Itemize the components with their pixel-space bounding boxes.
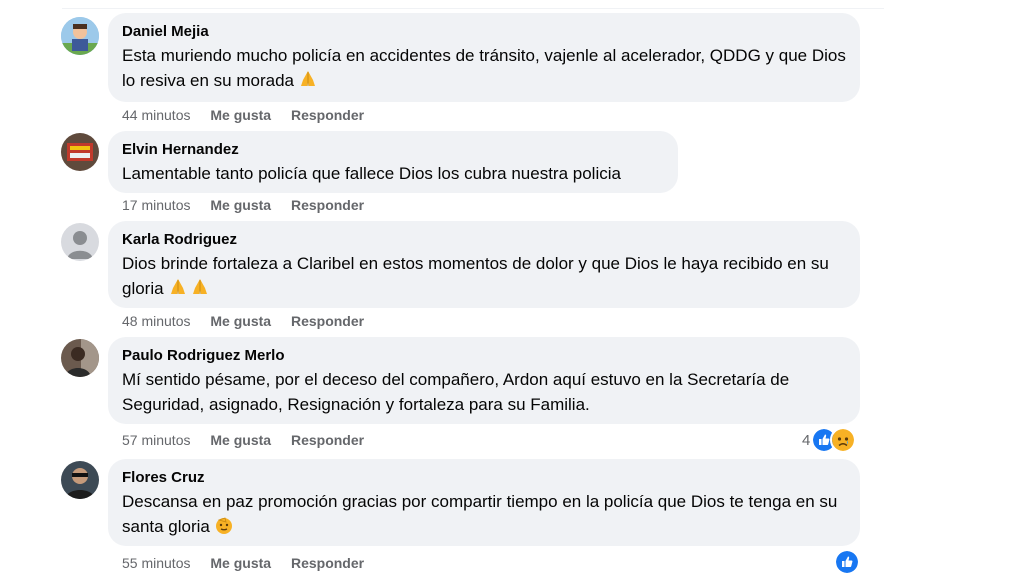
like-reaction-icon (834, 549, 860, 575)
reply-button[interactable]: Responder (291, 107, 364, 123)
comment-bubble: Elvin Hernandez Lamentable tanto policía… (108, 131, 678, 193)
comment-time[interactable]: 44 minutos (122, 107, 190, 123)
comment-actions: 17 minutos Me gusta Responder (122, 197, 380, 213)
comment-actions: 57 minutos Me gusta Responder (122, 432, 380, 448)
reply-button[interactable]: Responder (291, 197, 364, 213)
comment-author[interactable]: Elvin Hernandez (122, 140, 664, 160)
comment-author[interactable]: Paulo Rodriguez Merlo (122, 346, 846, 366)
comment-text: Esta muriendo mucho policía en accidente… (122, 43, 846, 96)
comment-text: Mí sentido pésame, por el deceso del com… (122, 370, 790, 414)
avatar[interactable] (61, 461, 99, 499)
folded-hands-icon (190, 277, 210, 304)
like-button[interactable]: Me gusta (210, 197, 271, 213)
like-button[interactable]: Me gusta (210, 313, 271, 329)
avatar[interactable] (61, 17, 99, 55)
comment-actions: 48 minutos Me gusta Responder (122, 313, 380, 329)
comment-text: Descansa en paz promoción gracias por co… (122, 489, 846, 542)
reaction-summary[interactable]: 4 (802, 427, 857, 453)
folded-hands-icon (298, 69, 318, 96)
comment-bubble: Paulo Rodriguez Merlo Mí sentido pésame,… (108, 337, 860, 424)
sad-reaction-icon (830, 427, 857, 453)
comment-time[interactable]: 17 minutos (122, 197, 190, 213)
reply-button[interactable]: Responder (291, 313, 364, 329)
comment-author[interactable]: Flores Cruz (122, 468, 846, 488)
comment-author[interactable]: Karla Rodriguez (122, 230, 846, 250)
comment-bubble: Karla Rodriguez Dios brinde fortaleza a … (108, 221, 860, 308)
comment-author[interactable]: Daniel Mejia (122, 22, 846, 42)
like-button[interactable]: Me gusta (210, 555, 271, 571)
reply-button[interactable]: Responder (291, 555, 364, 571)
comment-bubble: Flores Cruz Descansa en paz promoción gr… (108, 459, 860, 546)
comment-actions: 55 minutos Me gusta Responder (122, 555, 380, 571)
comment-time[interactable]: 48 minutos (122, 313, 190, 329)
comment-text-content: Dios brinde fortaleza a Claribel en esto… (122, 254, 829, 298)
like-button[interactable]: Me gusta (210, 107, 271, 123)
saluting-face-icon (214, 515, 234, 542)
comment-text: Lamentable tanto policía que fallece Dio… (122, 164, 621, 183)
folded-hands-icon (168, 277, 188, 304)
avatar[interactable] (61, 339, 99, 377)
comment-bubble: Daniel Mejia Esta muriendo mucho policía… (108, 13, 860, 102)
like-button[interactable]: Me gusta (210, 432, 271, 448)
divider (62, 8, 884, 9)
reaction-summary[interactable] (834, 549, 860, 575)
avatar[interactable] (61, 133, 99, 171)
comment-time[interactable]: 57 minutos (122, 432, 190, 448)
avatar[interactable] (61, 223, 99, 261)
comment-text: Dios brinde fortaleza a Claribel en esto… (122, 251, 846, 304)
reaction-count: 4 (802, 431, 811, 449)
comment-text-content: Esta muriendo mucho policía en accidente… (122, 46, 846, 90)
reply-button[interactable]: Responder (291, 432, 364, 448)
comment-actions: 44 minutos Me gusta Responder (122, 107, 380, 123)
comment-time[interactable]: 55 minutos (122, 555, 190, 571)
